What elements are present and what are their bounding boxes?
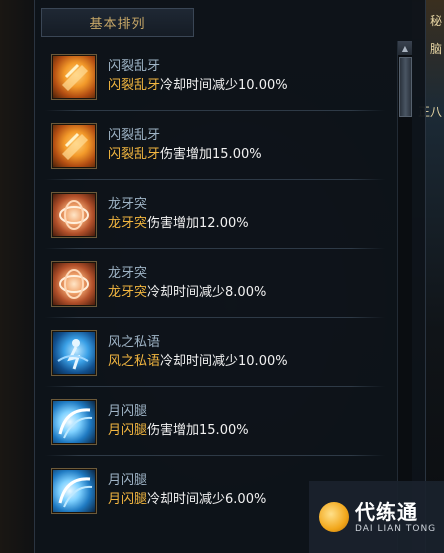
moon-kick-icon (51, 398, 97, 445)
list-item[interactable]: 月闪腿 月闪腿伤害增加15.00% (43, 387, 393, 456)
skill-effect: 风之私语冷却时间减少10.00% (108, 352, 288, 372)
effect-text: 冷却时间减少8.00% (147, 284, 267, 300)
skill-name-highlight: 龙牙突 (108, 284, 148, 300)
skill-name: 龙牙突 (108, 196, 148, 212)
effect-text: 伤害增加15.00% (160, 146, 262, 162)
effect-text: 伤害增加12.00% (147, 215, 249, 231)
skill-effect: 闪裂乱牙冷却时间减少10.00% (108, 76, 288, 96)
watermark: 代练通 DAI LIAN TONG (309, 481, 444, 553)
skill-name: 龙牙突 (108, 265, 148, 281)
moon-kick-icon (51, 467, 97, 514)
list-scrollbar[interactable]: ▲ (397, 41, 412, 552)
list-item[interactable]: 闪裂乱牙 闪裂乱牙伤害增加15.00% (43, 111, 393, 180)
skill-effect: 闪裂乱牙伤害增加15.00% (108, 145, 262, 165)
watermark-brand-pinyin: DAI LIAN TONG (355, 523, 437, 534)
skill-name: 风之私语 (108, 334, 161, 350)
dragon-spiral-icon (51, 191, 97, 238)
watermark-logo-icon (319, 502, 349, 532)
wind-figure-icon (51, 329, 97, 376)
skill-option-list: 闪裂乱牙 闪裂乱牙冷却时间减少10.00% 闪裂乱牙 闪裂乱牙伤害增加15.00… (43, 42, 393, 553)
list-item[interactable]: 闪裂乱牙 闪裂乱牙冷却时间减少10.00% (43, 42, 393, 111)
effect-text: 冷却时间减少10.00% (160, 77, 288, 93)
scroll-up-arrow-icon[interactable]: ▲ (398, 41, 412, 55)
skill-name: 闪裂乱牙 (108, 127, 161, 143)
skill-effect: 龙牙突伤害增加12.00% (108, 214, 249, 234)
skill-effect: 月闪腿伤害增加15.00% (108, 421, 249, 441)
skill-name-highlight: 月闪腿 (108, 491, 148, 507)
skill-name-highlight: 风之私语 (108, 353, 161, 369)
skill-effect: 月闪腿冷却时间减少6.00% (108, 490, 266, 510)
list-item[interactable]: 龙牙突 龙牙突冷却时间减少8.00% (43, 249, 393, 318)
list-item[interactable]: 风之私语 风之私语冷却时间减少10.00% (43, 318, 393, 387)
skill-name: 月闪腿 (108, 403, 148, 419)
skill-name-highlight: 龙牙突 (108, 215, 148, 231)
watermark-brand: 代练通 (355, 499, 418, 524)
skill-effect: 龙牙突冷却时间减少8.00% (108, 283, 266, 303)
fist-strike-icon (51, 53, 97, 100)
scrollbar-thumb[interactable] (399, 57, 412, 117)
dragon-spiral-icon (51, 260, 97, 307)
skill-name: 闪裂乱牙 (108, 58, 161, 74)
skill-name-highlight: 闪裂乱牙 (108, 77, 161, 93)
effect-text: 冷却时间减少10.00% (160, 353, 288, 369)
background-text: 秘 (429, 14, 442, 28)
list-item[interactable]: 龙牙突 龙牙突伤害增加12.00% (43, 180, 393, 249)
skill-name-highlight: 月闪腿 (108, 422, 148, 438)
tab-basic-arrangement[interactable]: 基本排列 (41, 8, 194, 37)
skill-option-panel: 基本排列 闪裂乱牙 闪裂乱牙冷却时间减少10.00% 闪裂乱牙 闪裂乱牙伤害增加… (34, 0, 426, 553)
fist-strike-icon (51, 122, 97, 169)
game-screen: 秘 脑 正八 基本排列 闪裂乱牙 闪裂乱牙冷却时间减少10.00% 闪裂乱牙 闪… (0, 0, 444, 553)
background-text: 脑 (429, 42, 442, 56)
effect-text: 伤害增加15.00% (147, 422, 249, 438)
effect-text: 冷却时间减少6.00% (147, 491, 267, 507)
skill-name-highlight: 闪裂乱牙 (108, 146, 161, 162)
skill-name: 月闪腿 (108, 472, 148, 488)
